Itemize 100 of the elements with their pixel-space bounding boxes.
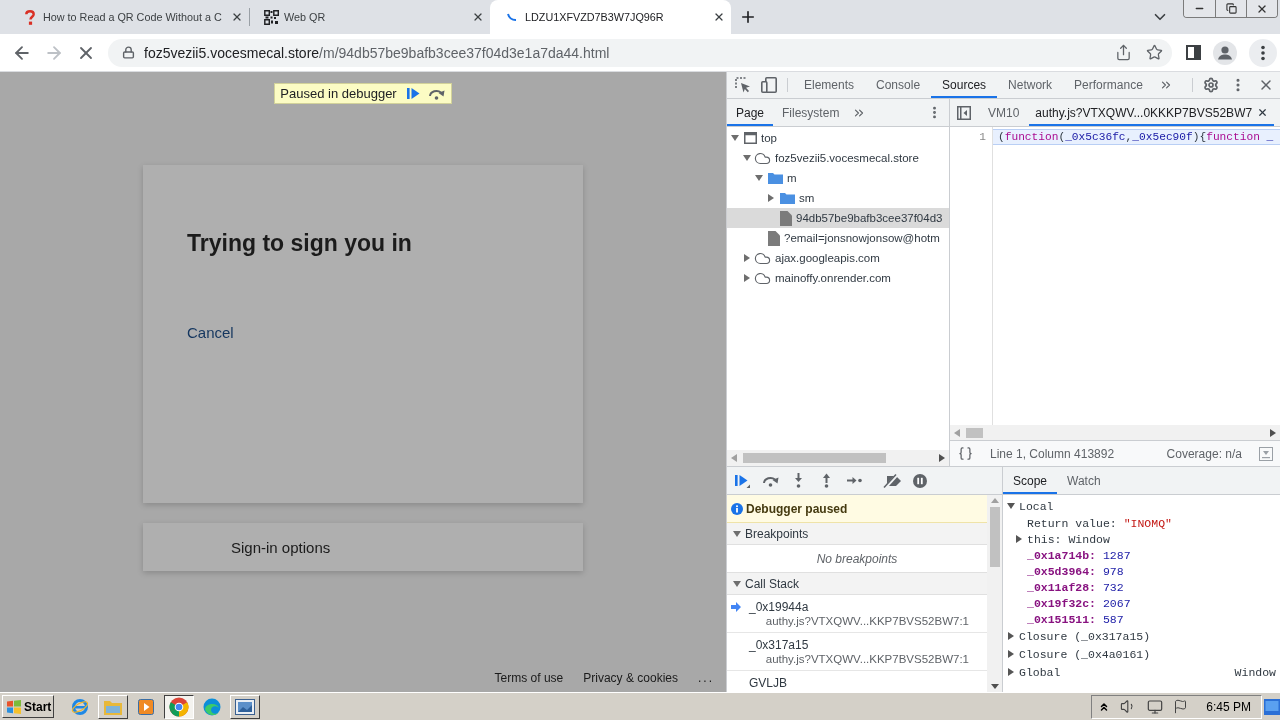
settings-icon[interactable]: [1203, 77, 1219, 93]
deactivate-breakpoints-icon[interactable]: [882, 473, 902, 488]
step-into-icon[interactable]: [793, 473, 803, 488]
step-out-icon[interactable]: [821, 473, 831, 488]
braces-icon[interactable]: [958, 446, 973, 461]
caret-right-icon[interactable]: [1008, 650, 1014, 658]
sign-in-options-button[interactable]: Sign-in options: [143, 523, 583, 571]
caret-down-icon[interactable]: [743, 155, 751, 161]
step-over-icon[interactable]: [761, 474, 779, 487]
caret-down-icon[interactable]: [733, 530, 741, 537]
restore-button[interactable]: [1215, 0, 1246, 17]
tree-item[interactable]: 94db57be9bafb3cee37f04d3: [727, 208, 949, 228]
editor-tab[interactable]: VM10: [978, 99, 1030, 126]
footer-link[interactable]: Terms of use: [494, 671, 564, 685]
show-desktop-icon[interactable]: [1264, 696, 1280, 717]
close-icon[interactable]: [1258, 77, 1274, 93]
caret-right-icon[interactable]: [1008, 668, 1014, 676]
scope-item[interactable]: Global Window: [1003, 663, 1280, 681]
close-icon[interactable]: [713, 11, 725, 23]
scope-item[interactable]: Local: [1003, 497, 1280, 515]
navigator-tab[interactable]: Filesystem: [773, 99, 849, 126]
scrollbar-thumb[interactable]: [989, 507, 1000, 567]
restore-icon: [1225, 3, 1237, 14]
scope-item[interactable]: Closure (_0x317a15): [1003, 627, 1280, 645]
devtools-tab[interactable]: Elements: [793, 72, 866, 98]
star-icon[interactable]: [1145, 44, 1163, 61]
flag-icon[interactable]: [1173, 699, 1189, 714]
caret-down-icon[interactable]: [1007, 503, 1015, 509]
tree-item[interactable]: sm: [727, 188, 949, 208]
caret-down-icon[interactable]: [733, 580, 741, 587]
close-icon[interactable]: [231, 11, 243, 23]
step-over-icon[interactable]: [427, 87, 445, 100]
scope-item[interactable]: _0x1a714b: 1287: [1003, 547, 1280, 563]
editor-tab[interactable]: authy.js?VTXQWV...0KKKP7BVS52BW7: [1029, 99, 1275, 126]
scope-item[interactable]: this: Window: [1003, 531, 1280, 547]
devtools-tab[interactable]: Console: [865, 72, 932, 98]
scope-item[interactable]: _0x11af28: 732: [1003, 579, 1280, 595]
section-header[interactable]: Call Stack: [727, 573, 987, 595]
scope-item[interactable]: _0x19f32c: 2067: [1003, 595, 1280, 611]
sidebar-tab[interactable]: Watch: [1057, 467, 1111, 494]
caret-right-icon[interactable]: [1016, 535, 1022, 543]
resume-icon[interactable]: [406, 86, 422, 101]
devtools-tab[interactable]: Network: [997, 72, 1064, 98]
pause-icon[interactable]: [913, 473, 927, 488]
browser-tab[interactable]: How to Read a QR Code Without a C: [8, 0, 249, 34]
caret-down-icon[interactable]: [990, 684, 999, 689]
close-icon[interactable]: [472, 11, 484, 23]
side-panel-icon[interactable]: [1185, 45, 1201, 60]
caret-down-icon[interactable]: [755, 175, 763, 181]
file-icon: [768, 230, 780, 246]
monitor-icon[interactable]: [1147, 698, 1164, 715]
taskbar-app[interactable]: [164, 694, 194, 719]
scope-item[interactable]: Closure (_0x4a0161): [1003, 645, 1280, 663]
inspect-icon[interactable]: [735, 77, 751, 93]
caret-right-icon[interactable]: [744, 254, 750, 262]
folder-icon: [780, 192, 795, 204]
resume-icon[interactable]: [734, 473, 750, 488]
device-icon[interactable]: [761, 77, 777, 93]
tree-item[interactable]: ?email=jonsnowjonsow@hotm: [727, 228, 949, 248]
menu-icon[interactable]: [1249, 38, 1277, 67]
scrollbar-thumb[interactable]: [743, 453, 886, 463]
vertical-scrollbar[interactable]: [987, 495, 1002, 692]
scope-item[interactable]: _0x5d3964: 978: [1003, 563, 1280, 579]
tree-item[interactable]: top: [727, 128, 949, 148]
avatar-icon[interactable]: [1213, 40, 1237, 65]
section-header[interactable]: Breakpoints: [727, 523, 987, 545]
sidebar-tab[interactable]: Scope: [1003, 467, 1058, 494]
caret-right-icon[interactable]: [768, 194, 774, 202]
plus-icon[interactable]: [739, 8, 757, 26]
card-title: Trying to sign you in: [187, 230, 412, 257]
close-icon[interactable]: [1257, 107, 1269, 118]
step-icon[interactable]: [846, 476, 862, 485]
scrollbar-thumb[interactable]: [966, 427, 983, 438]
caret-right-icon[interactable]: [939, 454, 945, 462]
tree-item[interactable]: m: [727, 168, 949, 188]
caret-right-icon[interactable]: [1270, 428, 1276, 437]
share-icon[interactable]: [1114, 44, 1132, 61]
caret-right-icon[interactable]: [744, 274, 750, 282]
cancel-link[interactable]: Cancel: [187, 324, 234, 341]
address-bar[interactable]: foz5vezii5.vocesmecal.store/m/94db57be9bafb3cee37f04d3e1a7da44.html: [108, 38, 1172, 67]
horizontal-scrollbar[interactable]: [950, 425, 1280, 440]
horizontal-scrollbar[interactable]: [727, 450, 949, 466]
start-button[interactable]: Start: [2, 695, 54, 718]
tree-item[interactable]: mainoffy.onrender.com: [727, 268, 949, 288]
footer-link[interactable]: Privacy & cookies: [583, 671, 678, 685]
caret-right-icon[interactable]: [1008, 632, 1014, 640]
more-options-link[interactable]: ...: [698, 671, 714, 685]
panel-left-icon[interactable]: [957, 105, 971, 120]
picture-window-icon: [235, 698, 255, 715]
devtools-tab[interactable]: Performance: [1063, 72, 1154, 98]
tree-item[interactable]: ajax.googleapis.com: [727, 248, 949, 268]
navigator-tab[interactable]: Page: [727, 99, 774, 126]
color-wheel-icon: [169, 696, 189, 717]
scope-item[interactable]: _0x151511: 587: [1003, 611, 1280, 627]
browser-tab[interactable]: LDZU1XFVZD7B3W7JQ96R: [490, 0, 731, 34]
browser-tab[interactable]: Web QR: [249, 0, 490, 34]
scope-item[interactable]: Return value: "INOMQ": [1003, 515, 1280, 531]
tree-item[interactable]: foz5vezii5.vocesmecal.store: [727, 148, 949, 168]
caret-down-icon[interactable]: [731, 135, 739, 141]
close-button[interactable]: [1246, 0, 1277, 17]
